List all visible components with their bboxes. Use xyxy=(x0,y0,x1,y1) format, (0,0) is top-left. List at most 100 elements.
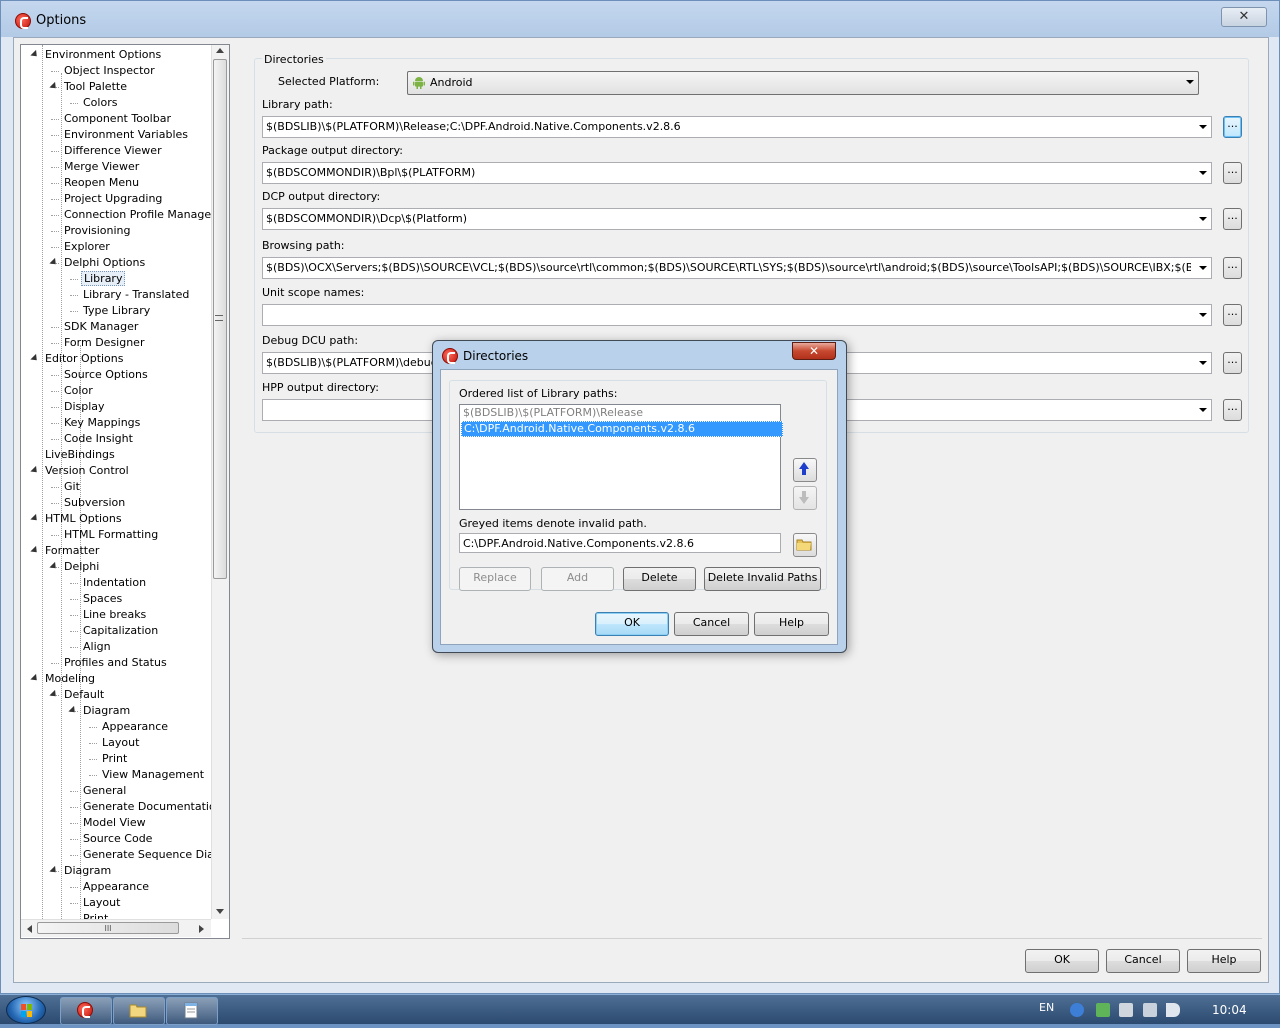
path-combo[interactable]: $(BDSCOMMONDIR)\Bpl\$(PLATFORM) xyxy=(262,162,1212,184)
tree-item[interactable]: Code Insight xyxy=(62,431,135,447)
taskbar-delphi-app[interactable] xyxy=(60,997,112,1025)
dialog-close-button[interactable]: ✕ xyxy=(792,342,836,360)
platform-select[interactable]: Android xyxy=(407,71,1199,95)
browse-button[interactable]: ... xyxy=(1223,116,1242,138)
dialog-help-button[interactable]: Help xyxy=(754,612,829,636)
ok-button[interactable]: OK xyxy=(1025,949,1099,973)
close-button[interactable]: ✕ xyxy=(1221,7,1267,27)
tree-item[interactable]: Spaces xyxy=(81,591,124,607)
tree-item[interactable]: Connection Profile Manager xyxy=(62,207,218,223)
tree-item[interactable]: Print xyxy=(100,751,129,767)
clock[interactable]: 10:04 xyxy=(1212,1003,1247,1017)
tree-item[interactable]: Model View xyxy=(81,815,148,831)
expand-collapse-icon[interactable] xyxy=(68,705,78,716)
tree-item[interactable]: Source Code xyxy=(81,831,154,847)
tree-item[interactable]: Git xyxy=(62,479,82,495)
tree-item[interactable]: Key Mappings xyxy=(62,415,142,431)
vm-icon[interactable] xyxy=(1119,1003,1133,1017)
start-button[interactable] xyxy=(6,996,46,1024)
tree-item[interactable]: Difference Viewer xyxy=(62,143,164,159)
browse-button[interactable]: ... xyxy=(1223,162,1242,184)
scroll-left-icon[interactable] xyxy=(27,925,32,933)
tree-item[interactable]: Type Library xyxy=(81,303,152,319)
tree-item[interactable]: Modeling xyxy=(43,671,97,687)
browse-button[interactable]: ... xyxy=(1223,352,1242,374)
tree-item[interactable]: Colors xyxy=(81,95,119,111)
scroll-right-icon[interactable] xyxy=(199,925,204,933)
tree-item[interactable]: Editor Options xyxy=(43,351,126,367)
cancel-button[interactable]: Cancel xyxy=(1106,949,1180,973)
tree-item[interactable]: Version Control xyxy=(43,463,131,479)
tree-item[interactable]: Source Options xyxy=(62,367,150,383)
expand-collapse-icon[interactable] xyxy=(30,465,40,476)
tree-item[interactable]: Subversion xyxy=(62,495,127,511)
tree-item[interactable]: Tool Palette xyxy=(62,79,129,95)
browse-button[interactable]: ... xyxy=(1223,208,1242,230)
tree-item[interactable]: Project Upgrading xyxy=(62,191,164,207)
tree-hscroll-thumb[interactable]: III xyxy=(37,922,179,934)
tree-item[interactable]: Layout xyxy=(100,735,141,751)
tree-item[interactable]: Environment Options xyxy=(43,47,163,63)
path-combo[interactable]: $(BDS)\OCX\Servers;$(BDS)\SOURCE\VCL;$(B… xyxy=(262,257,1212,279)
library-path-item[interactable]: C:\DPF.Android.Native.Components.v2.8.6 xyxy=(461,421,783,437)
teamviewer-icon[interactable] xyxy=(1070,1003,1084,1017)
tree-item[interactable]: Environment Variables xyxy=(62,127,190,143)
tree-item[interactable]: HTML Options xyxy=(43,511,124,527)
tree-item[interactable]: Object Inspector xyxy=(62,63,157,79)
tree-item[interactable]: HTML Formatting xyxy=(62,527,160,543)
tree-item[interactable]: Indentation xyxy=(81,575,148,591)
tree-item[interactable]: Generate Documentation xyxy=(81,799,225,815)
expand-collapse-icon[interactable] xyxy=(49,257,59,268)
path-combo[interactable] xyxy=(262,304,1212,326)
expand-collapse-icon[interactable] xyxy=(30,353,40,364)
tree-item[interactable]: Align xyxy=(81,639,113,655)
path-combo[interactable]: $(BDSCOMMONDIR)\Dcp\$(Platform) xyxy=(262,208,1212,230)
tree-item[interactable]: Library xyxy=(81,271,126,287)
tree-item[interactable]: SDK Manager xyxy=(62,319,140,335)
expand-collapse-icon[interactable] xyxy=(49,689,59,700)
browse-button[interactable]: ... xyxy=(1223,257,1242,279)
tree-item[interactable]: Formatter xyxy=(43,543,101,559)
tree-item[interactable]: Delphi xyxy=(62,559,101,575)
tree-item[interactable]: Generate Sequence Diagra xyxy=(81,847,229,863)
tree-item[interactable]: Profiles and Status xyxy=(62,655,169,671)
browse-folder-button[interactable] xyxy=(793,533,817,557)
add-button[interactable]: Add xyxy=(541,567,614,591)
dialog-ok-button[interactable]: OK xyxy=(595,612,669,636)
tree-item[interactable]: Delphi Options xyxy=(62,255,147,271)
tree-horizontal-scrollbar[interactable]: III xyxy=(21,919,211,937)
taskbar-explorer[interactable] xyxy=(113,997,165,1025)
path-input[interactable]: C:\DPF.Android.Native.Components.v2.8.6 xyxy=(459,533,781,553)
expand-collapse-icon[interactable] xyxy=(49,865,59,876)
tree-item[interactable]: Color xyxy=(62,383,95,399)
tree-item[interactable]: View Management xyxy=(100,767,206,783)
expand-collapse-icon[interactable] xyxy=(30,49,40,60)
tree-item[interactable]: Form Designer xyxy=(62,335,146,351)
tree-item[interactable]: Display xyxy=(62,399,107,415)
tree-item[interactable]: Library - Translated xyxy=(81,287,191,303)
network-icon[interactable] xyxy=(1143,1003,1157,1017)
tree-item[interactable]: Reopen Menu xyxy=(62,175,141,191)
browse-button[interactable]: ... xyxy=(1223,399,1242,421)
tree-item[interactable]: Diagram xyxy=(81,703,132,719)
expand-collapse-icon[interactable] xyxy=(49,561,59,572)
tree-item[interactable]: Component Toolbar xyxy=(62,111,173,127)
browse-button[interactable]: ... xyxy=(1223,304,1242,326)
tree-item[interactable]: Line breaks xyxy=(81,607,148,623)
taskbar-notepad[interactable] xyxy=(166,997,218,1025)
scroll-down-icon[interactable] xyxy=(216,909,224,914)
expand-collapse-icon[interactable] xyxy=(30,513,40,524)
tree-item[interactable]: Layout xyxy=(81,895,122,911)
tree-item[interactable]: Capitalization xyxy=(81,623,160,639)
volume-icon[interactable] xyxy=(1166,1003,1180,1017)
expand-collapse-icon[interactable] xyxy=(30,545,40,556)
security-icon[interactable] xyxy=(1096,1003,1110,1017)
tree-item[interactable]: Appearance xyxy=(81,879,151,895)
tree-item[interactable]: Appearance xyxy=(100,719,170,735)
move-down-button[interactable] xyxy=(793,486,817,510)
library-path-item[interactable]: $(BDSLIB)\$(PLATFORM)\Release xyxy=(461,406,781,420)
tree-item[interactable]: Provisioning xyxy=(62,223,133,239)
tree-item[interactable]: LiveBindings xyxy=(43,447,117,463)
path-combo[interactable]: $(BDSLIB)\$(PLATFORM)\Release;C:\DPF.And… xyxy=(262,116,1212,138)
library-paths-list[interactable]: $(BDSLIB)\$(PLATFORM)\Release C:\DPF.Andr… xyxy=(459,404,783,510)
